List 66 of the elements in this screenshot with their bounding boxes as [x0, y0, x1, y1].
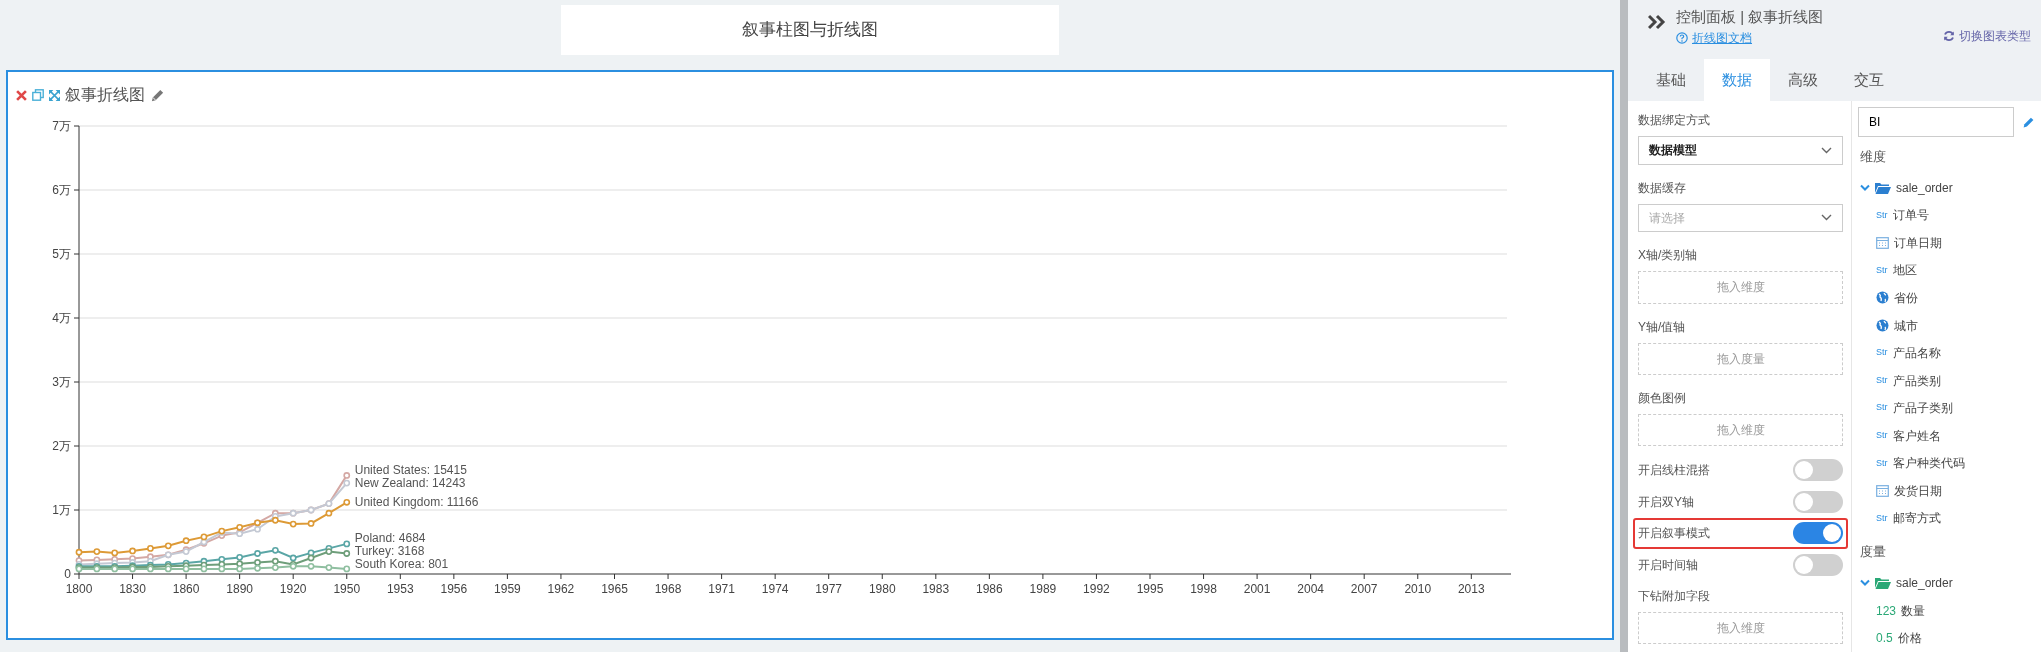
axis-label: 7万: [52, 119, 71, 133]
axis-label: 1998: [1190, 582, 1217, 596]
switch-label: 开启时间轴: [1638, 556, 1698, 574]
axis-label: 4万: [52, 311, 71, 325]
field-label: Y轴/值轴: [1638, 318, 1687, 336]
axis-label: 1830: [119, 582, 146, 596]
type-tag: Str: [1876, 429, 1888, 443]
axis-label: 1860: [172, 582, 200, 596]
axis-label: 2001: [1243, 582, 1271, 596]
data-label: Poland: 4684: [354, 531, 426, 545]
page-title: 叙事柱图与折线图: [561, 5, 1059, 55]
type-tag: Str: [1876, 263, 1888, 278]
axis-label: 1965: [601, 582, 628, 596]
axis-label: 6万: [52, 183, 71, 197]
type-tag: Str: [1876, 401, 1888, 415]
axis-label: 1977: [815, 582, 843, 596]
type-tag: Str: [1876, 346, 1888, 360]
axis-label: 3万: [52, 375, 71, 389]
switch-label: 开启线柱混搭: [1638, 462, 1710, 480]
field-label: X轴/类别轴: [1638, 247, 1699, 265]
axis-label: 2010: [1404, 582, 1432, 596]
axis-label: 1800: [65, 582, 93, 596]
axis-label: 5万: [52, 247, 71, 261]
axis-label: 1989: [1029, 582, 1057, 596]
data-label: United States: 15415: [354, 463, 467, 478]
data-label: South Korea: 801: [354, 557, 449, 571]
axis-label: 1953: [386, 582, 414, 596]
group-heading: 维度: [1860, 148, 1887, 166]
axis-label: 1920: [279, 582, 307, 596]
axis-label: 1962: [547, 582, 575, 596]
group-heading: 度量: [1860, 543, 1887, 562]
axis-label: 1968: [654, 582, 682, 596]
type-tag: Str: [1876, 456, 1888, 471]
type-tag: Str: [1876, 208, 1888, 223]
axis-label: 1890: [226, 582, 253, 596]
type-tag: 123: [1876, 601, 1897, 620]
data-label: Turkey: 3168: [354, 544, 425, 558]
axis-label: 1995: [1136, 582, 1164, 596]
axis-label: 1959: [494, 582, 521, 596]
field-label: 数据绑定方式: [1638, 112, 1711, 129]
axis-label: 1万: [52, 503, 71, 517]
type-tag: Str: [1876, 373, 1888, 388]
chart-title: 叙事折线图: [65, 85, 145, 105]
axis-label: 2013: [1457, 582, 1485, 596]
axis-label: 2004: [1297, 582, 1324, 596]
axis-label: 2万: [52, 439, 71, 453]
type-tag: Str: [1876, 511, 1888, 526]
data-label: New Zealand: 14243: [354, 476, 466, 491]
switch-label: 开启叙事模式: [1638, 525, 1710, 543]
axis-label: 1974: [761, 582, 789, 596]
axis-label: 1980: [868, 582, 896, 596]
axis-label: 1983: [922, 582, 950, 596]
axis-label: 1950: [333, 582, 361, 596]
axis-label: 0: [64, 567, 71, 581]
axis-label: 1992: [1083, 582, 1110, 596]
data-label: United Kingdom: 11166: [354, 495, 479, 510]
field-label: 下钻附加字段: [1638, 587, 1711, 605]
field-label: 数据缓存: [1638, 179, 1687, 197]
axis-label: 1956: [440, 582, 468, 596]
axis-label: 1986: [976, 582, 1003, 596]
switch-label: 开启双Y轴: [1638, 493, 1694, 511]
axis-label: 1971: [708, 582, 735, 596]
type-tag: 0.5: [1876, 629, 1893, 648]
panel-title: 控制面板 | 叙事折线图: [1676, 7, 1824, 27]
field-label: 颜色图例: [1638, 390, 1687, 407]
axis-label: 2007: [1350, 582, 1378, 596]
